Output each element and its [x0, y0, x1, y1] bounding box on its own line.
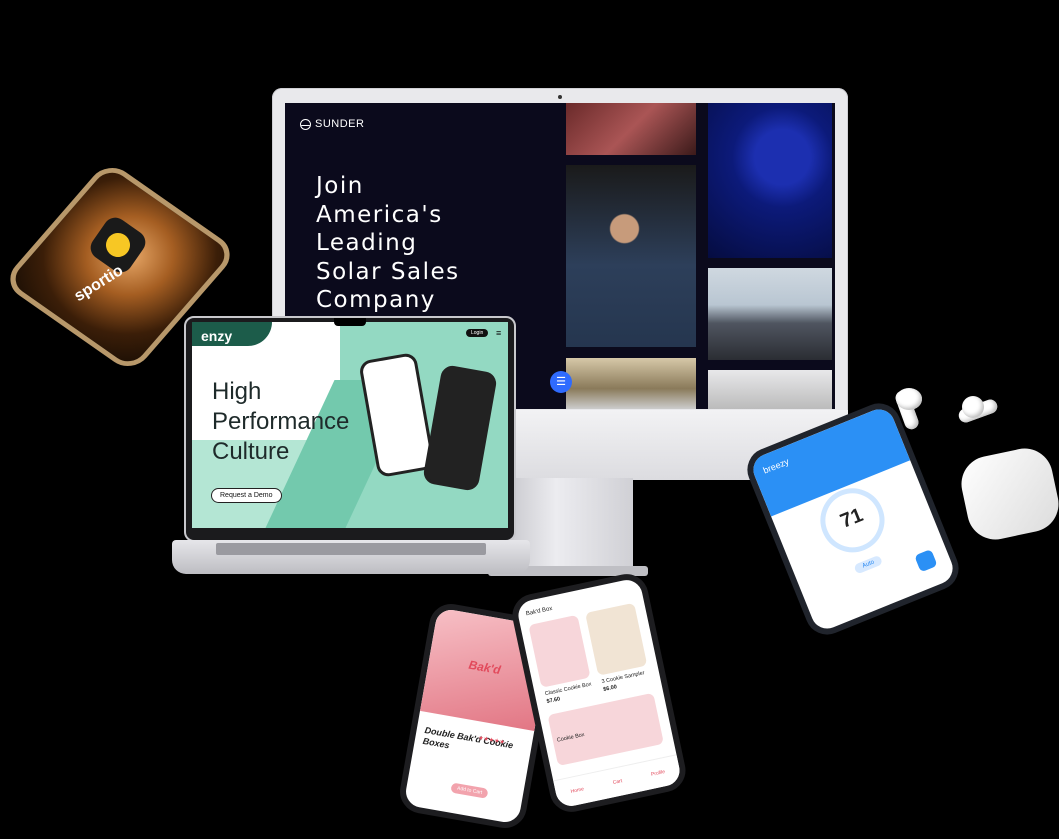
login-button[interactable]: Login: [466, 329, 489, 337]
photo-team: [708, 268, 832, 360]
photo-speaker: [566, 165, 696, 347]
auto-mode-button[interactable]: Auto: [853, 554, 884, 575]
photo-crowd: [566, 103, 696, 155]
enzy-headline: High Performance Culture: [212, 378, 350, 465]
sunder-headline: Join America's Leading Solar Sales Compa…: [316, 173, 460, 313]
bakd-shop-phone: Bak'd Box Classic Cookie Box $7.60 3 Coo…: [508, 570, 690, 816]
tab-cart[interactable]: Cart: [612, 778, 622, 786]
tab-profile[interactable]: Profile: [651, 769, 666, 778]
add-to-cart-button[interactable]: Add to Cart: [450, 782, 489, 799]
laptop-notch: [334, 318, 366, 326]
power-button[interactable]: [914, 548, 938, 573]
imac-camera: [558, 95, 562, 99]
photo-cap: [708, 370, 832, 409]
tab-home[interactable]: Home: [570, 786, 584, 795]
sun-icon: [300, 118, 311, 130]
product-tile[interactable]: [528, 614, 591, 688]
airpod-left-bud: [896, 388, 922, 410]
product-tile[interactable]: [585, 602, 648, 676]
product-price: $6.00: [602, 684, 618, 693]
product-price: $7.60: [546, 696, 561, 705]
product-tile[interactable]: [547, 692, 664, 767]
photo-blue-portrait: [708, 103, 832, 258]
photo-solar-car: [566, 358, 696, 409]
enzy-logo[interactable]: enzy: [201, 328, 232, 344]
sunder-brand: SUNDER: [315, 118, 365, 130]
temperature-value: 71: [837, 504, 867, 533]
menu-button[interactable]: ☰: [550, 371, 572, 393]
sunder-logo[interactable]: SUNDER: [300, 118, 364, 130]
shop-header: Bak'd Box: [525, 605, 553, 618]
request-demo-button[interactable]: Request a Demo: [211, 488, 282, 503]
laptop-keyboard: [216, 543, 486, 555]
airpods-case: [956, 443, 1059, 545]
airpod-right-bud: [962, 396, 984, 418]
menu-icon: ☰: [556, 376, 566, 388]
hamburger-icon[interactable]: ≡: [496, 328, 501, 338]
